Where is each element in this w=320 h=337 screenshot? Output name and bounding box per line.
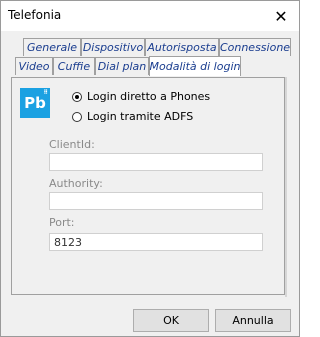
- cancel-button[interactable]: Annulla: [215, 309, 291, 332]
- login-direct-option[interactable]: Login diretto a Phones: [72, 90, 210, 103]
- ok-button[interactable]: OK: [133, 309, 209, 332]
- tab-video[interactable]: Video: [15, 57, 53, 75]
- panel-shadow: [285, 77, 287, 297]
- app-logo-icon: Pb ⠿: [20, 88, 50, 118]
- tab-cuffie[interactable]: Cuffie: [53, 57, 95, 75]
- tab-generale[interactable]: Generale: [23, 38, 81, 56]
- login-adfs-label: Login tramite ADFS: [87, 110, 194, 123]
- authority-field[interactable]: [49, 192, 263, 210]
- login-adfs-radio[interactable]: [72, 111, 82, 122]
- logo-text: Pb: [24, 94, 46, 112]
- tab-modalita-di-login[interactable]: Modalità di login: [149, 56, 241, 76]
- login-direct-radio[interactable]: [72, 91, 82, 102]
- clientid-label: ClientId:: [49, 138, 95, 151]
- tab-autorisposta[interactable]: Autorisposta: [145, 38, 219, 56]
- authority-label: Authority:: [49, 177, 103, 190]
- dialog-window: Telefonia ✕ Generale Dispositivo Autoris…: [0, 0, 300, 337]
- clientid-field[interactable]: [49, 153, 263, 171]
- tab-dispositivo[interactable]: Dispositivo: [81, 38, 145, 56]
- login-panel: Pb ⠿ Login diretto a Phones Login tramit…: [11, 77, 285, 295]
- port-field[interactable]: [49, 233, 263, 251]
- tab-label: Dispositivo: [82, 41, 144, 54]
- login-adfs-option[interactable]: Login tramite ADFS: [72, 110, 193, 123]
- tab-label: Modalità di login: [149, 60, 241, 73]
- tab-label: Cuffie: [57, 60, 91, 73]
- tab-strip: Generale Dispositivo Autorisposta Connes…: [1, 1, 299, 81]
- tab-label: Generale: [26, 41, 78, 54]
- tab-label: Autorisposta: [147, 41, 217, 54]
- tab-connessione[interactable]: Connessione: [219, 38, 291, 56]
- tab-label: Video: [18, 60, 50, 73]
- port-label: Port:: [49, 216, 75, 229]
- logo-dots-icon: ⠿: [43, 89, 48, 96]
- tab-dial-plan[interactable]: Dial plan: [95, 57, 149, 75]
- login-direct-label: Login diretto a Phones: [87, 90, 211, 103]
- tab-label: Dial plan: [97, 60, 147, 73]
- tab-label: Connessione: [219, 41, 291, 54]
